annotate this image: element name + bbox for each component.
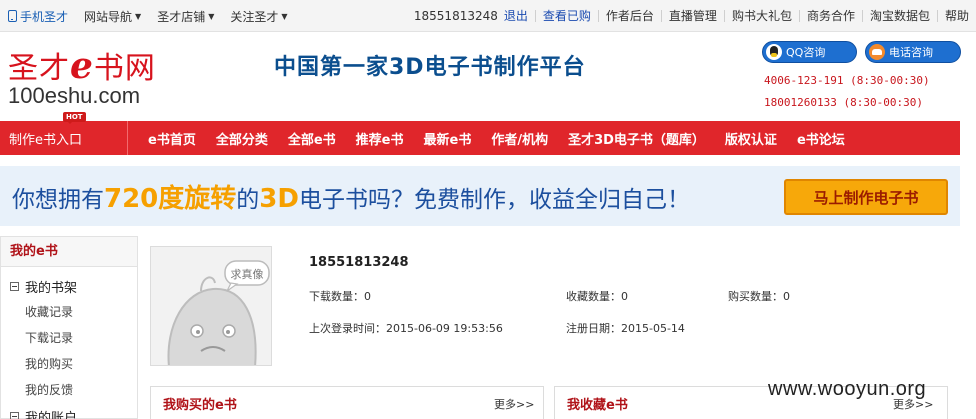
sidebar-item-favorites[interactable]: 收藏记录 bbox=[1, 299, 137, 325]
mobile-phone-icon bbox=[8, 10, 17, 22]
nav-item-recommended[interactable]: 推荐e书 bbox=[356, 129, 404, 148]
bought-ebooks-title: 我购买的e书 bbox=[163, 398, 237, 413]
business-link[interactable]: 商务合作 bbox=[798, 10, 862, 22]
main-nav: 制作e书入口 HOT e书首页 全部分类 全部e书 推荐e书 最新e书 作者/机… bbox=[0, 112, 960, 155]
mobile-label: 手机圣才 bbox=[20, 9, 69, 24]
site-nav-label: 网站导航 bbox=[84, 9, 133, 24]
download-count-value: 0 bbox=[364, 290, 371, 303]
live-manage-link[interactable]: 直播管理 bbox=[660, 10, 724, 22]
view-bought-link[interactable]: 查看已购 bbox=[534, 10, 598, 22]
sidebar-section-account-label: 我的账户 bbox=[25, 410, 78, 419]
site-logo[interactable]: 圣才e书网 bbox=[8, 43, 156, 87]
help-link[interactable]: 帮助 bbox=[936, 10, 976, 22]
download-count: 下载数量：0 bbox=[309, 288, 371, 304]
nav-item-authors[interactable]: 作者/机构 bbox=[491, 129, 548, 148]
collapse-icon bbox=[10, 411, 19, 419]
nav-item-all-ebooks[interactable]: 全部e书 bbox=[288, 129, 336, 148]
mobile-link[interactable]: 手机圣才 bbox=[8, 8, 68, 25]
chevron-down-icon: ▼ bbox=[135, 11, 142, 21]
logout-link[interactable]: 退出 bbox=[502, 10, 535, 22]
hotline-1: 4006-123-191 (8:30-00:30) bbox=[764, 74, 930, 87]
qq-consult-label: QQ咨询 bbox=[786, 46, 826, 59]
telephone-icon bbox=[869, 44, 885, 60]
store-dropdown[interactable]: 圣才店铺 ▼ bbox=[157, 8, 214, 25]
sidebar-item-feedback[interactable]: 我的反馈 bbox=[1, 377, 137, 403]
make-ebook-now-button[interactable]: 马上制作电子书 bbox=[784, 179, 948, 215]
banner-text-mid: 的 bbox=[236, 186, 260, 213]
qq-icon bbox=[766, 44, 782, 60]
last-login-value: 2015-06-09 19:53:56 bbox=[386, 322, 503, 335]
sidebar-section-account[interactable]: 我的账户 bbox=[1, 403, 137, 419]
purchase-count-value: 0 bbox=[783, 290, 790, 303]
phone-consult-label: 电话咨询 bbox=[889, 46, 933, 59]
download-count-label: 下载数量： bbox=[309, 290, 364, 303]
favorite-count-label: 收藏数量： bbox=[566, 290, 621, 303]
follow-dropdown[interactable]: 关注圣才 ▼ bbox=[230, 8, 287, 25]
nav-item-home[interactable]: e书首页 bbox=[148, 129, 196, 148]
register-date-value: 2015-05-14 bbox=[621, 322, 685, 335]
banner-text-pre: 你想拥有 bbox=[12, 186, 104, 213]
author-backend-link[interactable]: 作者后台 bbox=[597, 10, 661, 22]
logo-text-1: 圣才 bbox=[8, 51, 70, 86]
collapse-icon bbox=[10, 281, 19, 291]
favorite-count-value: 0 bbox=[621, 290, 628, 303]
avatar-bubble-text: 求真像 bbox=[231, 267, 264, 281]
gift-pack-link[interactable]: 购书大礼包 bbox=[723, 10, 799, 22]
bought-more-link[interactable]: 更多>> bbox=[494, 396, 534, 412]
default-avatar-icon: 求真像 bbox=[151, 247, 271, 365]
banner-highlight: 720度旋转 bbox=[104, 183, 237, 214]
favorite-count: 收藏数量：0 bbox=[566, 288, 628, 304]
nav-item-3d-ebook[interactable]: 圣才3D电子书（题库） bbox=[568, 129, 705, 148]
logo-e: e bbox=[70, 45, 94, 87]
chevron-down-icon: ▼ bbox=[281, 11, 288, 21]
banner-text-post: 电子书吗？免费制作，收益全归自己！ bbox=[298, 186, 690, 213]
register-date-label: 注册日期： bbox=[566, 322, 621, 335]
phone-consult-button[interactable]: 电话咨询 bbox=[865, 41, 961, 63]
avatar[interactable]: 求真像 bbox=[150, 246, 272, 366]
header: 圣才e书网 100eshu.com 中国第一家3D电子书制作平台 QQ咨询 电话… bbox=[0, 33, 976, 121]
sidebar-item-downloads[interactable]: 下载记录 bbox=[1, 325, 137, 351]
sidebar-section-shelf[interactable]: 我的书架 bbox=[1, 273, 137, 299]
follow-label: 关注圣才 bbox=[230, 9, 279, 24]
profile-panel: 求真像 18551813248 下载数量：0 收藏数量：0 购买数量：0 上次登… bbox=[148, 236, 976, 376]
hotline-2: 18001260133 (8:30-00:30) bbox=[764, 96, 923, 109]
watermark: www.wooyun.org bbox=[768, 378, 927, 400]
taobao-link[interactable]: 淘宝数据包 bbox=[861, 10, 937, 22]
banner-highlight-3d: 3D bbox=[259, 183, 299, 214]
nav-item-forum[interactable]: e书论坛 bbox=[797, 129, 845, 148]
purchase-count-label: 购买数量： bbox=[728, 290, 783, 303]
bought-ebooks-panel: 我购买的e书 更多>> bbox=[150, 386, 544, 419]
top-bar: 手机圣才 网站导航 ▼ 圣才店铺 ▼ 关注圣才 ▼ 18551813248 退出 查看… bbox=[0, 0, 976, 32]
user-phone[interactable]: 18551813248 bbox=[407, 10, 502, 22]
last-login-label: 上次登录时间： bbox=[309, 322, 386, 335]
logo-domain: 100eshu.com bbox=[8, 83, 141, 108]
nav-item-categories[interactable]: 全部分类 bbox=[216, 129, 268, 148]
site-slogan: 中国第一家3D电子书制作平台 bbox=[274, 55, 586, 80]
banner-text: 你想拥有720度旋转的3D电子书吗？免费制作，收益全归自己！ bbox=[12, 178, 690, 215]
favorite-ebooks-title: 我收藏e书 bbox=[567, 398, 628, 413]
store-label: 圣才店铺 bbox=[157, 9, 206, 24]
make-ebook-entry[interactable]: 制作e书入口 HOT bbox=[0, 112, 128, 155]
qq-consult-button[interactable]: QQ咨询 bbox=[762, 41, 857, 63]
sidebar-item-purchases[interactable]: 我的购买 bbox=[1, 351, 137, 377]
make-ebook-entry-label: 制作e书入口 bbox=[9, 132, 82, 148]
site-nav-dropdown[interactable]: 网站导航 ▼ bbox=[84, 8, 141, 25]
sidebar-section-shelf-label: 我的书架 bbox=[25, 280, 78, 296]
hot-badge: HOT bbox=[63, 112, 86, 124]
username: 18551813248 bbox=[309, 255, 409, 270]
purchase-count: 购买数量：0 bbox=[728, 288, 790, 304]
chevron-down-icon: ▼ bbox=[208, 11, 215, 21]
contact-buttons: QQ咨询 电话咨询 bbox=[762, 41, 969, 63]
sidebar: 我的e书 我的书架 收藏记录 下载记录 我的购买 我的反馈 我的账户 bbox=[0, 236, 138, 419]
nav-item-latest[interactable]: 最新e书 bbox=[424, 129, 472, 148]
nav-item-copyright[interactable]: 版权认证 bbox=[725, 129, 777, 148]
last-login: 上次登录时间：2015-06-09 19:53:56 bbox=[309, 320, 503, 336]
logo-text-2: 书网 bbox=[93, 51, 156, 86]
register-date: 注册日期：2015-05-14 bbox=[566, 320, 685, 336]
sidebar-title[interactable]: 我的e书 bbox=[1, 237, 137, 267]
promo-banner[interactable]: 你想拥有720度旋转的3D电子书吗？免费制作，收益全归自己！ 马上制作电子书 bbox=[0, 166, 960, 226]
